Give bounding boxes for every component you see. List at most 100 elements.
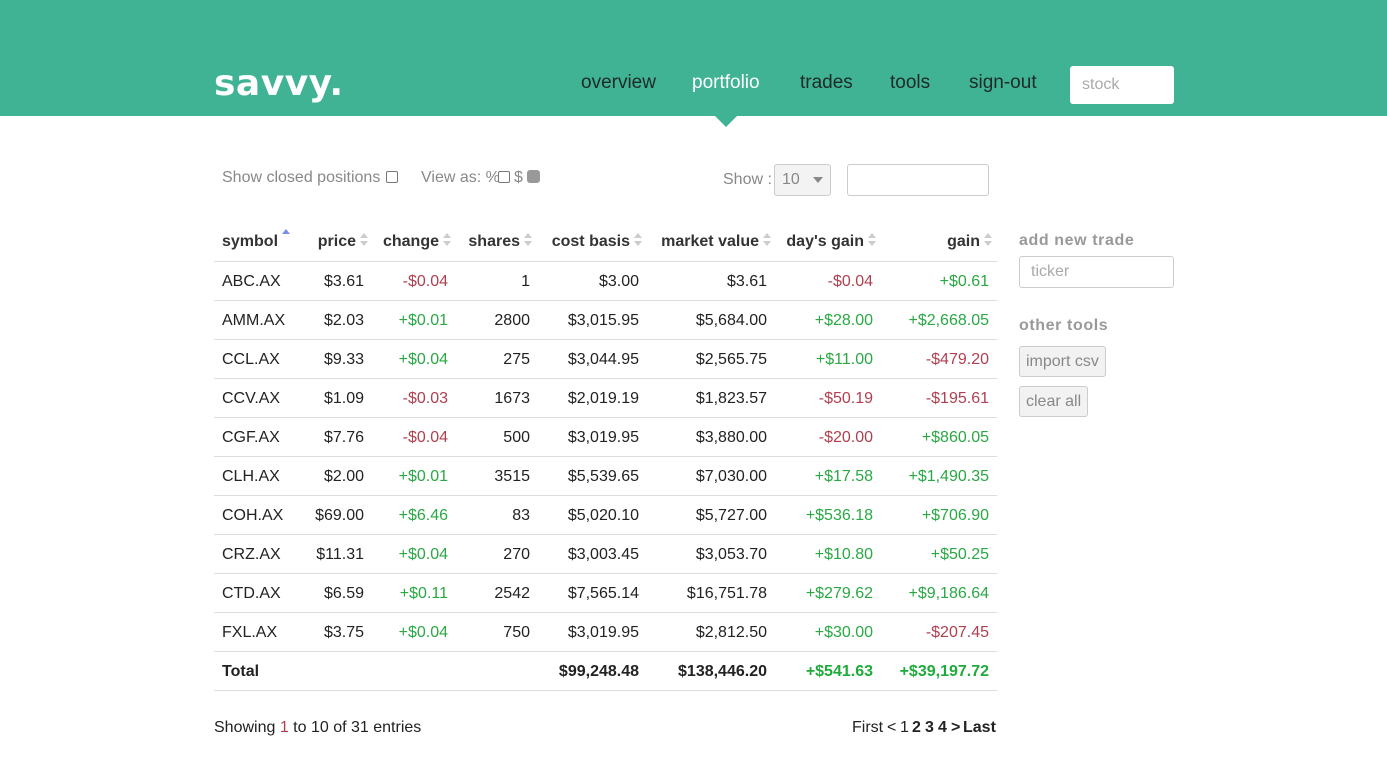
cell-change: -$0.04 [402,429,448,446]
cell-cost-basis: $3,019.95 [567,624,639,641]
pager-page-4[interactable]: 4 [938,718,947,738]
nav-tools[interactable]: tools [890,71,930,95]
cell-days-gain: -$50.19 [818,390,873,407]
sort-icon [984,233,992,247]
cell-market-value: $5,727.00 [695,507,767,524]
entries-info: Showing 1 to 10 of 31 entries [214,719,422,736]
pager-first[interactable]: First [852,718,883,738]
savvy-logo[interactable]: savvy. [214,62,344,106]
nav-trades[interactable]: trades [800,71,853,95]
col-header-change[interactable]: change [383,224,451,263]
nav-portfolio[interactable]: portfolio [692,71,760,95]
cell-symbol: CTD.AX [222,585,281,602]
view-as-dollar-checkbox[interactable] [527,170,540,183]
cell-days-gain: +$28.00 [814,312,873,329]
cell-symbol: CLH.AX [222,468,280,485]
cell-symbol: CCV.AX [222,390,281,407]
pager-prev[interactable]: < [887,718,896,738]
cell-shares: 275 [503,351,530,368]
pager-last[interactable]: Last [963,718,996,738]
show-closed-checkbox[interactable] [386,171,398,183]
cell-shares: 1673 [494,390,530,407]
cell-market-value: $5,684.00 [695,312,767,329]
cell-change: +$6.46 [398,507,448,524]
chevron-down-icon [813,177,823,183]
cell-cost-basis: $7,565.14 [567,585,639,602]
cell-market-value: $3,053.70 [695,546,767,563]
add-trade-heading: add new trade [1019,232,1135,249]
cell-price: $6.59 [323,585,364,602]
active-nav-caret-icon [715,116,737,127]
cell-shares: 2800 [494,312,530,329]
sort-icon [634,233,642,247]
ticker-input[interactable] [1019,256,1174,288]
cell-shares: 3515 [494,468,530,485]
show-entries-label: Show : [723,171,772,188]
total-market-value: $138,446.20 [678,663,767,680]
col-header-shares[interactable]: shares [468,224,532,263]
table-row: CLH.AX $2.00 +$0.01 3515 $5,539.65 $7,030.00 +… [214,457,997,496]
col-header-market-value[interactable]: market value [661,224,771,263]
cell-price: $9.33 [323,351,364,368]
cell-gain: -$207.45 [925,624,989,641]
cell-market-value: $3.61 [726,273,767,290]
cell-symbol: CRZ.AX [222,546,281,563]
stock-search-input[interactable] [1070,66,1174,104]
cell-market-value: $7,030.00 [695,468,767,485]
cell-symbol: CCL.AX [222,351,280,368]
cell-symbol: ABC.AX [222,273,281,290]
cell-gain: +$0.61 [939,273,989,290]
cell-market-value: $16,751.78 [686,585,767,602]
total-gain: +$39,197.72 [899,663,989,680]
pager-page-2[interactable]: 2 [912,718,921,738]
sort-icon [360,233,368,247]
cell-cost-basis: $3.00 [598,273,639,290]
cell-change: +$0.04 [398,624,448,641]
clear-all-button[interactable]: clear all [1019,386,1089,417]
table-row: CRZ.AX $11.31 +$0.04 270 $3,003.45 $3,053.70 +… [214,535,997,574]
table-total-row: Total $99,248.48 $138,446.20 +$541.63 +$… [214,652,997,691]
cell-shares: 500 [503,429,530,446]
pager-next[interactable]: > [951,718,960,738]
cell-gain: +$9,186.64 [908,585,989,602]
col-header-gain[interactable]: gain [947,224,992,263]
table-filter-input[interactable] [847,164,989,196]
view-as-percent-checkbox[interactable] [498,171,510,183]
cell-gain: +$2,668.05 [908,312,989,329]
show-entries-value: 10 [782,171,800,188]
sort-icon [524,233,532,247]
cell-cost-basis: $5,020.10 [567,507,639,524]
cell-market-value: $2,565.75 [695,351,767,368]
table-row: COH.AX $69.00 +$6.46 83 $5,020.10 $5,727.00 +$… [214,496,997,535]
cell-market-value: $2,812.50 [695,624,767,641]
cell-days-gain: +$10.80 [814,546,873,563]
pager-page-3[interactable]: 3 [925,718,934,738]
cell-symbol: CGF.AX [222,429,280,446]
sort-icon [868,233,876,247]
cell-market-value: $3,880.00 [695,429,767,446]
col-header-cost-basis[interactable]: cost basis [552,224,642,263]
cell-cost-basis: $2,019.19 [567,390,639,407]
nav-overview[interactable]: overview [581,71,656,95]
cell-gain: +$706.90 [921,507,989,524]
import-csv-button[interactable]: import csv [1019,346,1106,377]
table-row: CCV.AX $1.09 -$0.03 1673 $2,019.19 $1,823.57 -… [214,379,997,418]
cell-gain: -$479.20 [925,351,989,368]
sort-asc-icon [282,229,291,247]
col-header-days-gain[interactable]: day's gain [786,224,876,263]
cell-cost-basis: $3,003.45 [567,546,639,563]
cell-days-gain: +$11.00 [815,351,873,368]
cell-symbol: AMM.AX [222,312,286,329]
pager-current-page: 1 [900,719,909,736]
portfolio-table: symbol price change shares cost basis ma… [214,222,997,691]
total-cost-basis: $99,248.48 [558,663,639,680]
col-header-symbol[interactable]: symbol [222,224,291,263]
other-tools-heading: other tools [1019,317,1109,334]
nav-sign-out[interactable]: sign-out [969,71,1037,95]
cell-symbol: COH.AX [222,507,284,524]
total-label: Total [222,663,260,680]
cell-shares: 270 [503,546,530,563]
table-body: ABC.AX $3.61 -$0.04 1 $3.00 $3.61 -$0.04 +$0.61… [214,262,997,652]
col-header-price[interactable]: price [318,224,368,263]
table-row: AMM.AX $2.03 +$0.01 2800 $3,015.95 $5,684.00 +… [214,301,997,340]
